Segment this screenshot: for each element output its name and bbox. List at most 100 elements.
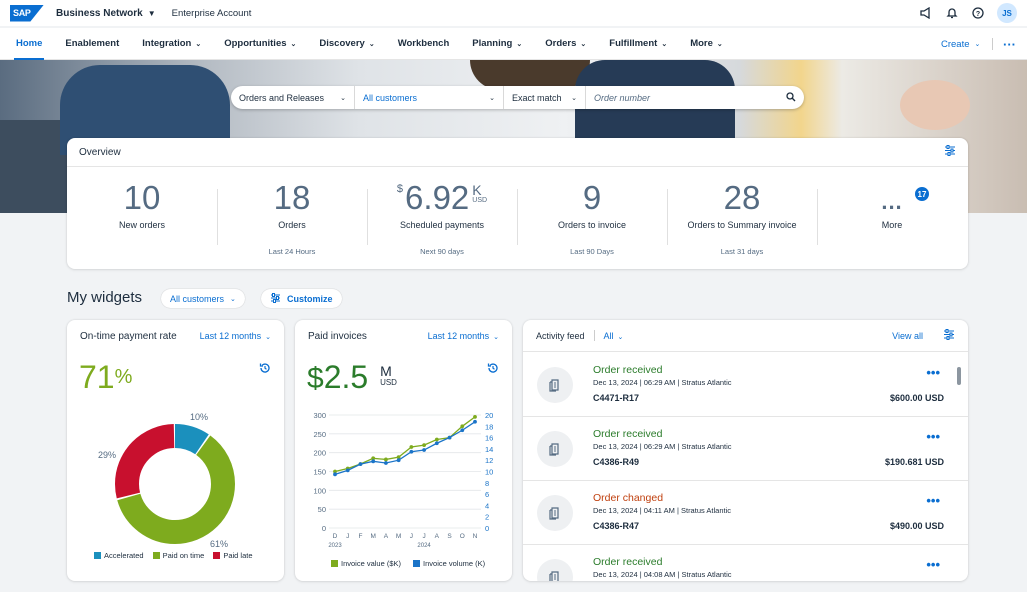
more-actions-icon[interactable]: ••• (926, 557, 940, 572)
customer-select[interactable]: All customers ⌄ (355, 86, 504, 109)
history-icon[interactable] (259, 362, 271, 374)
nav-label: Enablement (65, 38, 120, 49)
kpi-period: Last 24 Hours (268, 247, 316, 256)
create-button[interactable]: Create ⌄ (941, 28, 980, 60)
nav-label: Fulfillment (609, 38, 658, 49)
payment-rate-value: 71% (79, 360, 132, 394)
legend-invoice-value: Invoice value ($K) (331, 559, 401, 568)
settings-sliders-icon[interactable] (943, 328, 955, 343)
x-tick-label: F (358, 533, 362, 540)
kpi-scheduled-payments[interactable]: $6.92 K USD Scheduled payments Next 90 day… (367, 167, 517, 267)
activity-order-id: C4386-R47 (593, 521, 640, 531)
main-navigation: Home Enablement Integration ⌄ Opportuniti… (0, 28, 1027, 60)
kpi-summary-invoice[interactable]: 28 Orders to Summary invoice Last 31 day… (667, 167, 817, 267)
series-point (434, 441, 439, 446)
document-icon (537, 559, 573, 581)
document-type-select[interactable]: Orders and Releases ⌄ (231, 86, 355, 109)
activity-meta: Dec 13, 2024 | 04:08 AM | Stratus Atlant… (593, 570, 732, 579)
series-point (460, 424, 465, 429)
user-avatar[interactable]: JS (997, 3, 1017, 23)
kpi-currency: $ (396, 183, 404, 195)
nav-label: Workbench (397, 38, 450, 49)
donut-legend: Accelerated Paid on time Paid late (94, 551, 253, 560)
period-select[interactable]: Last 12 months ⌄ (428, 331, 499, 341)
activity-order-id: C4386-R49 (593, 457, 640, 467)
feed-scrollbar[interactable] (957, 367, 961, 385)
kpi-value: 6.92 (405, 179, 470, 216)
order-number-placeholder: Order number (594, 92, 651, 103)
activity-item[interactable]: Order received Dec 13, 2024 | 06:29 AM |… (523, 353, 968, 417)
card-title: Activity feed (536, 330, 585, 341)
activity-item[interactable]: Order received Dec 13, 2024 | 06:29 AM |… (523, 417, 968, 481)
product-switcher[interactable]: Business Network (56, 8, 143, 19)
more-actions-icon[interactable]: ••• (926, 429, 940, 444)
kpi-orders[interactable]: 18 Orders Last 24 Hours (217, 167, 367, 267)
document-type-value: Orders and Releases (239, 92, 325, 103)
rate-number: 71 (79, 359, 115, 395)
nav-workbench[interactable]: Workbench (398, 28, 450, 60)
legend-accelerated: Accelerated (94, 551, 144, 560)
chevron-down-icon: ⌄ (368, 40, 375, 48)
nav-integration[interactable]: Integration ⌄ (142, 28, 201, 60)
activity-item[interactable]: Order received Dec 13, 2024 | 04:08 AM |… (523, 545, 968, 581)
caret-down-icon[interactable]: ▼ (148, 9, 156, 18)
kpi-more[interactable]: ... 17 More (817, 167, 967, 267)
chevron-down-icon: ⌄ (340, 94, 346, 102)
legend-label: Invoice value ($K) (341, 559, 402, 568)
nav-enablement[interactable]: Enablement (65, 28, 119, 60)
chevron-down-icon: ⌄ (290, 40, 297, 48)
more-actions-icon[interactable]: ••• (926, 365, 940, 380)
overview-title: Overview (79, 146, 121, 158)
kpi-orders-to-invoice[interactable]: 9 Orders to invoice Last 90 Days (517, 167, 667, 267)
customers-filter-button[interactable]: All customers ⌄ (161, 289, 245, 308)
history-icon[interactable] (487, 362, 499, 374)
activity-feed-card: Activity feed All ⌄ View all Order receiv… (523, 320, 968, 581)
nav-label: Integration (142, 38, 192, 49)
series-point (447, 435, 452, 440)
nav-opportunities[interactable]: Opportunities ⌄ (224, 28, 296, 60)
kpi-label: Scheduled payments (399, 220, 485, 230)
megaphone-icon[interactable] (919, 6, 933, 20)
sap-logo[interactable]: SAP (10, 4, 44, 22)
chevron-down-icon: ⌄ (974, 41, 981, 48)
order-number-input[interactable]: Order number (586, 86, 804, 109)
view-all-link[interactable]: View all (892, 331, 923, 341)
legend-invoice-volume: Invoice volume (K) (413, 559, 485, 568)
y-right-tick-label: 0 (485, 524, 489, 533)
activity-order-id: C4471-R17 (593, 393, 640, 403)
account-type: Enterprise Account (171, 7, 252, 19)
bell-icon[interactable] (945, 6, 959, 20)
nav-orders[interactable]: Orders ⌄ (545, 28, 586, 60)
nav-more[interactable]: More ⌄ (690, 28, 723, 60)
period-select[interactable]: Last 12 months ⌄ (200, 331, 271, 341)
activity-item[interactable]: Order changed Dec 13, 2024 | 04:11 AM | … (523, 481, 968, 545)
settings-sliders-icon[interactable] (944, 145, 956, 159)
divider (992, 38, 993, 50)
series-point (333, 472, 337, 477)
nav-home[interactable]: Home (13, 28, 45, 60)
on-time-payment-card: On-time payment rate Last 12 months ⌄ 71%… (67, 320, 284, 581)
document-icon (537, 367, 573, 403)
nav-label: Home (16, 38, 43, 49)
nav-fulfillment[interactable]: Fulfillment ⌄ (609, 28, 667, 60)
nav-planning[interactable]: Planning ⌄ (472, 28, 522, 60)
customize-button[interactable]: Customize (261, 289, 342, 308)
search-icon[interactable] (786, 91, 796, 104)
kpi-unit-currency: USD (472, 197, 488, 204)
match-select[interactable]: Exact match ⌄ (504, 86, 586, 109)
paid-unit: M (380, 363, 392, 379)
x-year-label: 2024 (417, 543, 431, 549)
paid-unit-currency: USD (380, 378, 397, 387)
kpi-new-orders[interactable]: 10 New orders (67, 167, 217, 267)
y-left-tick-label: 50 (318, 505, 326, 514)
more-actions-icon[interactable]: ••• (926, 493, 940, 508)
help-icon[interactable]: ? (971, 6, 985, 20)
kpi-label: New orders (118, 220, 165, 230)
series-point (422, 443, 426, 448)
legend-label: Invoice volume (K) (423, 559, 486, 568)
series-point (384, 457, 388, 462)
nav-discovery[interactable]: Discovery ⌄ (319, 28, 374, 60)
overflow-menu-icon[interactable]: ··· (1003, 28, 1016, 60)
activity-filter-select[interactable]: All ⌄ (604, 331, 624, 341)
series-point (371, 459, 376, 464)
